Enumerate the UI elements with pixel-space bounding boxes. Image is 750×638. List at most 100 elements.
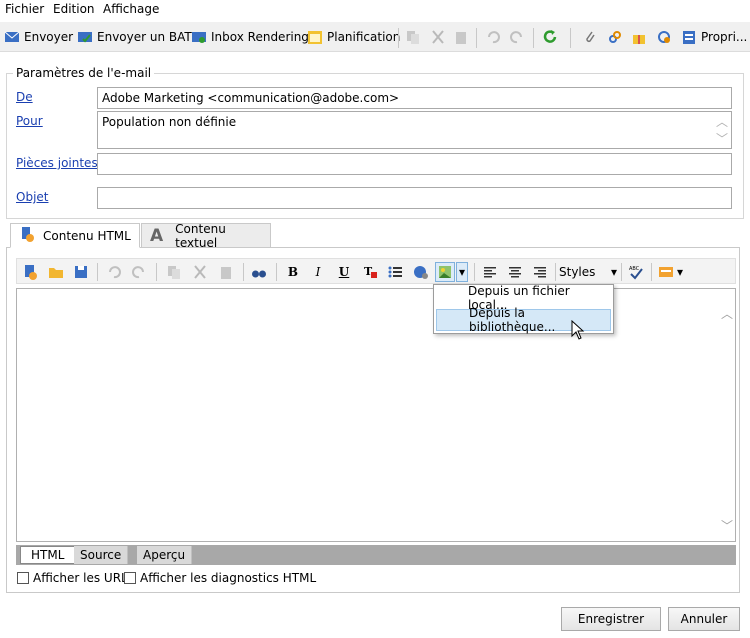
inbox-rendering-button[interactable]: Inbox Rendering	[191, 26, 309, 48]
new-document-icon[interactable]	[21, 263, 39, 281]
editor-redo-icon[interactable]	[130, 263, 148, 281]
cut-icon[interactable]	[430, 29, 446, 45]
send-proof-button[interactable]: Envoyer un BAT	[77, 26, 192, 48]
refresh-icon[interactable]	[542, 29, 558, 45]
clipboard-icon	[681, 29, 697, 45]
align-center-icon[interactable]	[506, 263, 524, 281]
insert-image-icon[interactable]	[435, 262, 455, 282]
properties-button[interactable]: Propri...	[681, 26, 747, 48]
align-left-icon[interactable]	[481, 263, 499, 281]
inbox-rendering-icon	[191, 29, 207, 45]
text-color-icon[interactable]: T	[361, 263, 379, 281]
save-button[interactable]: Enregistrer	[561, 607, 661, 631]
subject-field[interactable]	[97, 187, 732, 209]
mouse-pointer-icon	[571, 319, 585, 343]
send-label: Envoyer	[24, 30, 74, 44]
save-icon[interactable]	[72, 263, 90, 281]
mode-tab-source[interactable]: Source	[74, 546, 129, 564]
editor-separator	[97, 263, 98, 281]
italic-button[interactable]: I	[309, 263, 327, 281]
find-binoculars-icon[interactable]	[250, 263, 268, 281]
from-label[interactable]: De	[16, 90, 33, 104]
mode-tab-html[interactable]: HTML	[20, 546, 76, 564]
menu-affichage[interactable]: Affichage	[103, 2, 159, 16]
send-button[interactable]: Envoyer	[4, 26, 73, 48]
html-editor-area[interactable]: ︿ ﹀	[16, 288, 736, 542]
styles-dropdown[interactable]: Styles ▾	[559, 262, 617, 282]
open-folder-icon[interactable]	[47, 263, 65, 281]
to-label[interactable]: Pour	[16, 114, 43, 128]
checkbox-box	[17, 572, 29, 584]
tab-html-content[interactable]: Contenu HTML	[10, 223, 140, 248]
svg-text:ABC: ABC	[629, 266, 640, 272]
mode-tab-preview[interactable]: Aperçu	[137, 546, 193, 564]
redo-icon[interactable]	[509, 29, 525, 45]
save-button-label: Enregistrer	[577, 612, 645, 626]
chevron-down-icon: ▾	[610, 265, 617, 279]
scroll-up-icon[interactable]: ︿	[716, 113, 728, 130]
editor-separator	[156, 263, 157, 281]
menu-edition[interactable]: Edition	[53, 2, 95, 16]
editor-mode-tabs: HTML Source Aperçu	[16, 545, 736, 565]
editor-toolbar: B I U T ▾ Styles ▾ ABC ▾	[16, 258, 736, 284]
toolbar-separator	[533, 28, 534, 48]
insert-link-icon[interactable]	[412, 263, 430, 281]
subject-label[interactable]: Objet	[16, 190, 48, 204]
editor-copy-icon[interactable]	[165, 263, 183, 281]
styles-label: Styles	[559, 265, 596, 279]
menu-bar: Fichier Edition Affichage	[0, 0, 750, 20]
envelope-icon	[4, 29, 20, 45]
gift-icon[interactable]	[631, 29, 647, 45]
bold-button[interactable]: B	[284, 263, 302, 281]
show-urls-checkbox[interactable]: Afficher les URL	[17, 571, 128, 585]
tab-html-label: Contenu HTML	[43, 228, 131, 243]
to-field[interactable]: Population non définie ︿ ﹀	[97, 111, 732, 149]
cancel-button[interactable]: Annuler	[668, 607, 740, 631]
text-content-icon: A	[150, 225, 164, 246]
editor-cut-icon[interactable]	[191, 263, 209, 281]
link-icon[interactable]	[607, 29, 623, 45]
main-toolbar: Envoyer Envoyer un BAT Inbox Rendering P…	[0, 22, 750, 52]
editor-separator	[621, 263, 622, 281]
toolbar-separator	[398, 28, 399, 48]
toolbar-separator	[570, 28, 571, 48]
insert-image-dropdown-arrow-icon[interactable]: ▾	[456, 262, 468, 282]
editor-separator	[243, 263, 244, 281]
editor-separator	[474, 263, 475, 281]
tab-text-content[interactable]: A Contenu textuel	[141, 222, 271, 250]
editor-scroll-up-icon[interactable]: ︿	[721, 305, 733, 321]
bullet-list-icon[interactable]	[386, 263, 404, 281]
checkbox-box	[124, 572, 136, 584]
email-params-legend: Paramètres de l'e-mail	[13, 66, 155, 80]
personalization-dropdown-arrow-icon[interactable]: ▾	[675, 263, 685, 281]
toolbar-separator	[476, 28, 477, 48]
show-diagnostics-label: Afficher les diagnostics HTML	[140, 571, 317, 585]
copy-icon[interactable]	[405, 29, 421, 45]
menu-fichier[interactable]: Fichier	[5, 2, 44, 16]
personalization-icon[interactable]	[657, 263, 675, 281]
planification-button[interactable]: Planification	[307, 26, 400, 48]
editor-separator	[651, 263, 652, 281]
editor-paste-icon[interactable]	[217, 263, 235, 281]
editor-undo-icon[interactable]	[105, 263, 123, 281]
html-content-icon	[19, 226, 35, 245]
attachment-icon[interactable]	[582, 29, 598, 45]
send-proof-label: Envoyer un BAT	[97, 30, 192, 44]
scroll-down-icon[interactable]: ﹀	[716, 130, 728, 147]
editor-separator	[555, 263, 556, 281]
align-right-icon[interactable]	[531, 263, 549, 281]
cancel-button-label: Annuler	[680, 612, 728, 626]
show-urls-label: Afficher les URL	[33, 571, 128, 585]
editor-scroll-down-icon[interactable]: ﹀	[721, 517, 733, 533]
underline-button[interactable]: U	[335, 263, 353, 281]
paste-icon[interactable]	[453, 29, 469, 45]
attachments-label[interactable]: Pièces jointes	[16, 156, 98, 170]
spellcheck-icon[interactable]: ABC	[627, 263, 645, 281]
undo-icon[interactable]	[485, 29, 501, 45]
envelope-check-icon	[77, 29, 93, 45]
tracking-icon[interactable]	[656, 29, 672, 45]
attachments-field[interactable]	[97, 153, 732, 175]
to-field-value: Population non définie	[102, 115, 237, 129]
from-field[interactable]: Adobe Marketing <communication@adobe.com…	[97, 87, 732, 109]
show-diagnostics-checkbox[interactable]: Afficher les diagnostics HTML	[124, 571, 316, 585]
